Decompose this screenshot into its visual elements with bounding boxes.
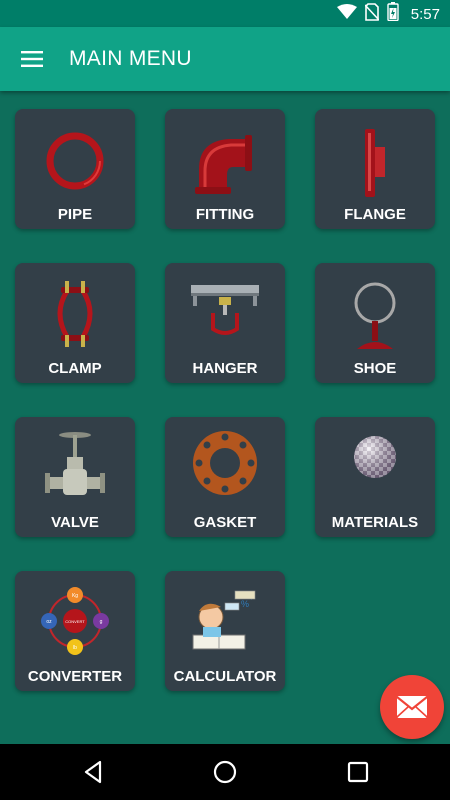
tile-label: GASKET [193,514,257,531]
tile-label: CONVERTER [27,668,123,685]
tile-valve[interactable]: VALVE [15,417,135,537]
main-menu-grid: PIPE FITTING FLANGE CLAMP HANGER SHOE VA… [0,0,450,800]
flange-icon [365,129,385,197]
navigation-bar [0,744,450,800]
recents-button[interactable] [344,758,372,786]
email-icon [397,696,427,718]
tile-pipe[interactable]: PIPE [15,109,135,229]
tile-gasket[interactable]: GASKET [165,417,285,537]
back-button[interactable] [80,758,108,786]
back-icon [84,760,102,784]
converter-top-text: Kg [72,593,78,599]
tile-shoe[interactable]: SHOE [315,263,435,383]
tile-label: SHOE [353,360,397,377]
tile-fitting[interactable]: FITTING [165,109,285,229]
tile-materials[interactable]: MATERIALS [315,417,435,537]
pipe-shoe-icon [354,282,396,349]
tile-label: PIPE [57,206,93,223]
pipe-icon [46,132,104,190]
home-button[interactable] [211,758,239,786]
tile-flange[interactable]: FLANGE [315,109,435,229]
tile-calculator[interactable]: % $ CALCULATOR [165,571,285,691]
converter-right-text: g [100,619,103,625]
svg-text:%: % [241,599,249,609]
converter-center-text: CONVERT [65,619,85,624]
gasket-icon [193,431,257,495]
tile-label: CLAMP [48,360,102,377]
recents-icon [347,761,369,783]
tile-clamp[interactable]: CLAMP [15,263,135,383]
tile-label: HANGER [192,360,258,377]
tile-label: FLANGE [344,206,406,223]
tile-hanger[interactable]: HANGER [165,263,285,383]
converter-bottom-text: lb [73,645,77,651]
calculator-icon: % $ [192,590,256,650]
tile-label: CALCULATOR [173,668,277,685]
home-icon [213,760,237,784]
tile-converter[interactable]: CONVERT Kg g lb oz CONVERTER [15,571,135,691]
hanger-icon [191,285,259,335]
elbow-fitting-icon [195,135,252,194]
tile-label: FITTING [195,206,255,223]
tile-label: MATERIALS [331,514,419,531]
converter-left-text: oz [46,619,52,625]
tile-label: VALVE [51,514,99,531]
email-fab-button[interactable] [380,675,444,739]
converter-icon: CONVERT Kg g lb oz [41,587,109,655]
clamp-icon [57,281,93,347]
materials-sphere-icon [354,436,396,478]
valve-icon [45,432,105,495]
